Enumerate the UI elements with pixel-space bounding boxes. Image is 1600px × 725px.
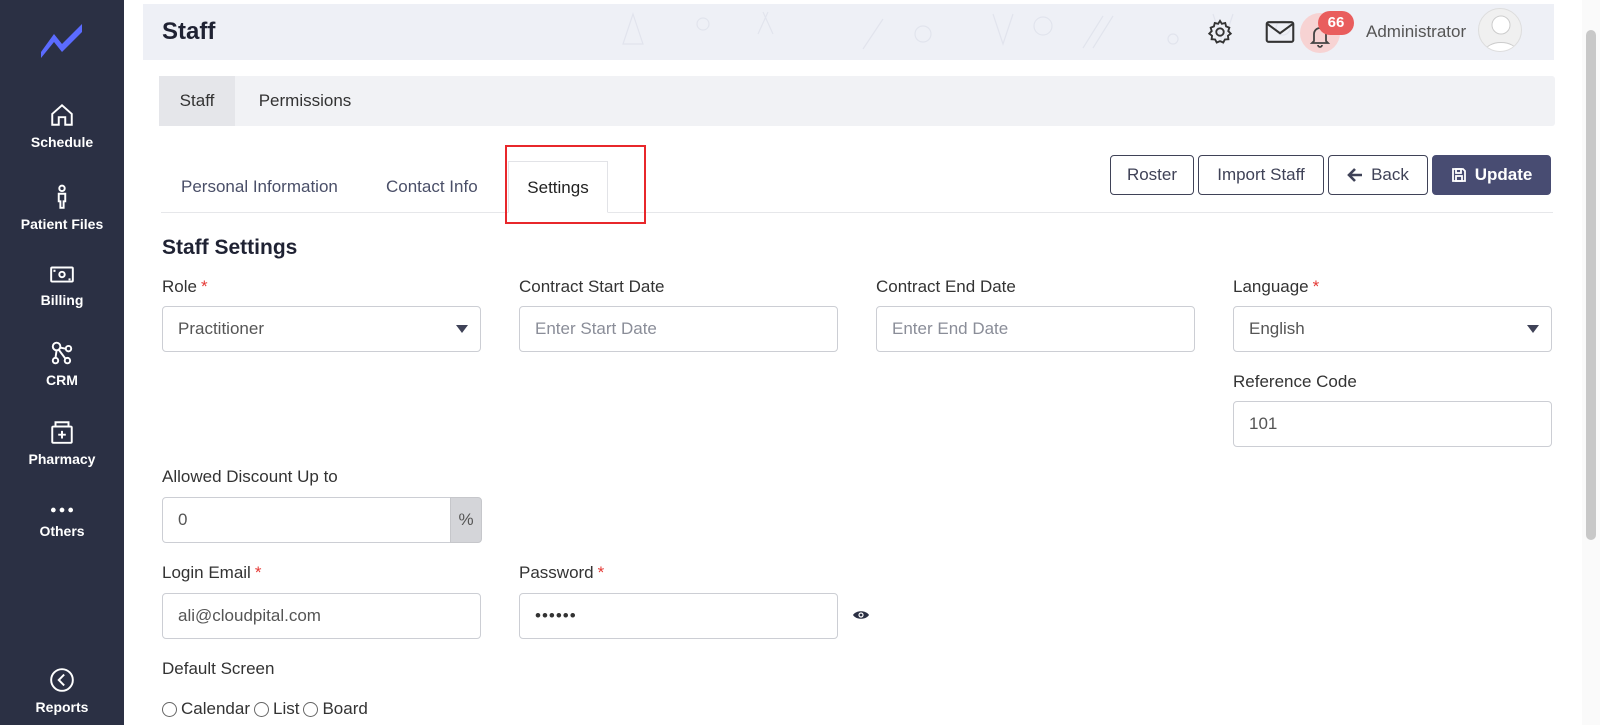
- contract-end-input[interactable]: Enter End Date: [876, 306, 1195, 352]
- user-avatar-icon: [1484, 15, 1518, 51]
- contract-start-label: Contract Start Date: [519, 277, 665, 296]
- sidebar-item-billing[interactable]: Billing: [0, 262, 124, 308]
- avatar[interactable]: [1478, 8, 1522, 52]
- contract-end-label: Contract End Date: [876, 277, 1016, 296]
- percent-addon: %: [450, 497, 482, 543]
- discount-label: Allowed Discount Up to: [162, 467, 338, 486]
- sidebar-item-reports[interactable]: Reports: [0, 667, 124, 715]
- highlight-box: [505, 145, 646, 224]
- chevron-down-icon: [1527, 325, 1539, 333]
- network-icon: [51, 341, 73, 365]
- sidebar: Schedule Patient Files Billing CRM Pharm…: [0, 0, 124, 725]
- radio-label: Calendar: [181, 699, 250, 718]
- back-button[interactable]: Back: [1328, 155, 1428, 195]
- user-name[interactable]: Administrator: [1366, 22, 1466, 42]
- chevron-down-icon: [456, 325, 468, 333]
- reference-code-label: Reference Code: [1233, 372, 1357, 391]
- login-email-input[interactable]: ali@cloudpital.com: [162, 593, 481, 639]
- tab-personal-information[interactable]: Personal Information: [181, 161, 338, 213]
- radio-list[interactable]: List: [254, 699, 299, 719]
- language-value: English: [1249, 319, 1305, 338]
- sidebar-item-patient-files[interactable]: Patient Files: [0, 184, 124, 232]
- sidebar-item-label: Schedule: [30, 134, 94, 150]
- money-icon: [50, 266, 74, 283]
- discount-input[interactable]: 0: [162, 497, 451, 543]
- reference-code-input[interactable]: 101: [1233, 401, 1552, 447]
- gear-icon[interactable]: [1206, 18, 1234, 46]
- language-select[interactable]: English: [1233, 306, 1552, 352]
- radio-calendar[interactable]: Calendar: [162, 699, 250, 719]
- pharmacy-icon: [51, 421, 73, 444]
- sidebar-item-schedule[interactable]: Schedule: [0, 102, 124, 150]
- update-button-label: Update: [1474, 165, 1533, 184]
- sidebar-item-label: Reports: [35, 699, 89, 715]
- role-value: Practitioner: [178, 319, 264, 338]
- radio-label: List: [273, 699, 300, 718]
- sidebar-item-others[interactable]: Others: [0, 503, 124, 539]
- password-input[interactable]: ••••••: [519, 593, 838, 639]
- logo-icon[interactable]: [38, 18, 86, 58]
- sidebar-item-crm[interactable]: CRM: [0, 340, 124, 388]
- default-screen-radio-group: Calendar List Board: [162, 697, 372, 721]
- page-scrollbar[interactable]: [1582, 0, 1600, 725]
- notification-badge: 66: [1318, 11, 1354, 35]
- top-tabs: Staff Permissions: [159, 76, 1555, 126]
- sidebar-item-label: CRM: [46, 372, 78, 388]
- radio-circle[interactable]: [303, 701, 319, 717]
- tab-permissions[interactable]: Permissions: [235, 76, 375, 126]
- radio-circle[interactable]: [254, 701, 269, 717]
- login-email-label: Login Email *: [162, 563, 262, 582]
- section-title: Staff Settings: [162, 236, 298, 259]
- password-label: Password *: [519, 563, 605, 582]
- radio-label: Board: [322, 699, 368, 718]
- chevron-left-icon: [50, 668, 74, 692]
- home-icon: [51, 103, 73, 126]
- sidebar-item-label: Patient Files: [20, 216, 104, 232]
- sidebar-item-pharmacy[interactable]: Pharmacy: [0, 419, 124, 467]
- role-select[interactable]: Practitioner: [162, 306, 481, 352]
- role-label: Role *: [162, 277, 208, 296]
- eye-icon[interactable]: [852, 608, 870, 622]
- sub-tabs-divider: [161, 212, 1553, 213]
- contract-start-input[interactable]: Enter Start Date: [519, 306, 838, 352]
- tab-staff[interactable]: Staff: [159, 76, 235, 126]
- roster-button[interactable]: Roster: [1110, 155, 1194, 195]
- import-staff-button[interactable]: Import Staff: [1198, 155, 1324, 195]
- sidebar-item-label: Others: [39, 523, 85, 539]
- radio-board[interactable]: Board: [303, 699, 368, 719]
- back-button-label: Back: [1371, 165, 1409, 184]
- scroll-thumb[interactable]: [1586, 30, 1596, 540]
- language-label: Language *: [1233, 277, 1320, 296]
- app-root: Schedule Patient Files Billing CRM Pharm…: [0, 0, 1600, 725]
- arrow-left-icon: [1347, 168, 1363, 182]
- page-title: Staff: [162, 18, 216, 45]
- person-icon: [57, 184, 67, 209]
- sidebar-item-label: Pharmacy: [28, 451, 96, 467]
- update-button[interactable]: Update: [1432, 155, 1551, 195]
- sidebar-item-label: Billing: [40, 292, 84, 308]
- page-header: Staff 66 Administrator: [143, 4, 1554, 60]
- radio-circle[interactable]: [162, 701, 177, 717]
- more-icon: [50, 507, 74, 513]
- mail-icon[interactable]: [1265, 20, 1295, 44]
- save-icon: [1451, 168, 1466, 182]
- tab-contact-info[interactable]: Contact Info: [386, 161, 478, 213]
- default-screen-label: Default Screen: [162, 659, 275, 678]
